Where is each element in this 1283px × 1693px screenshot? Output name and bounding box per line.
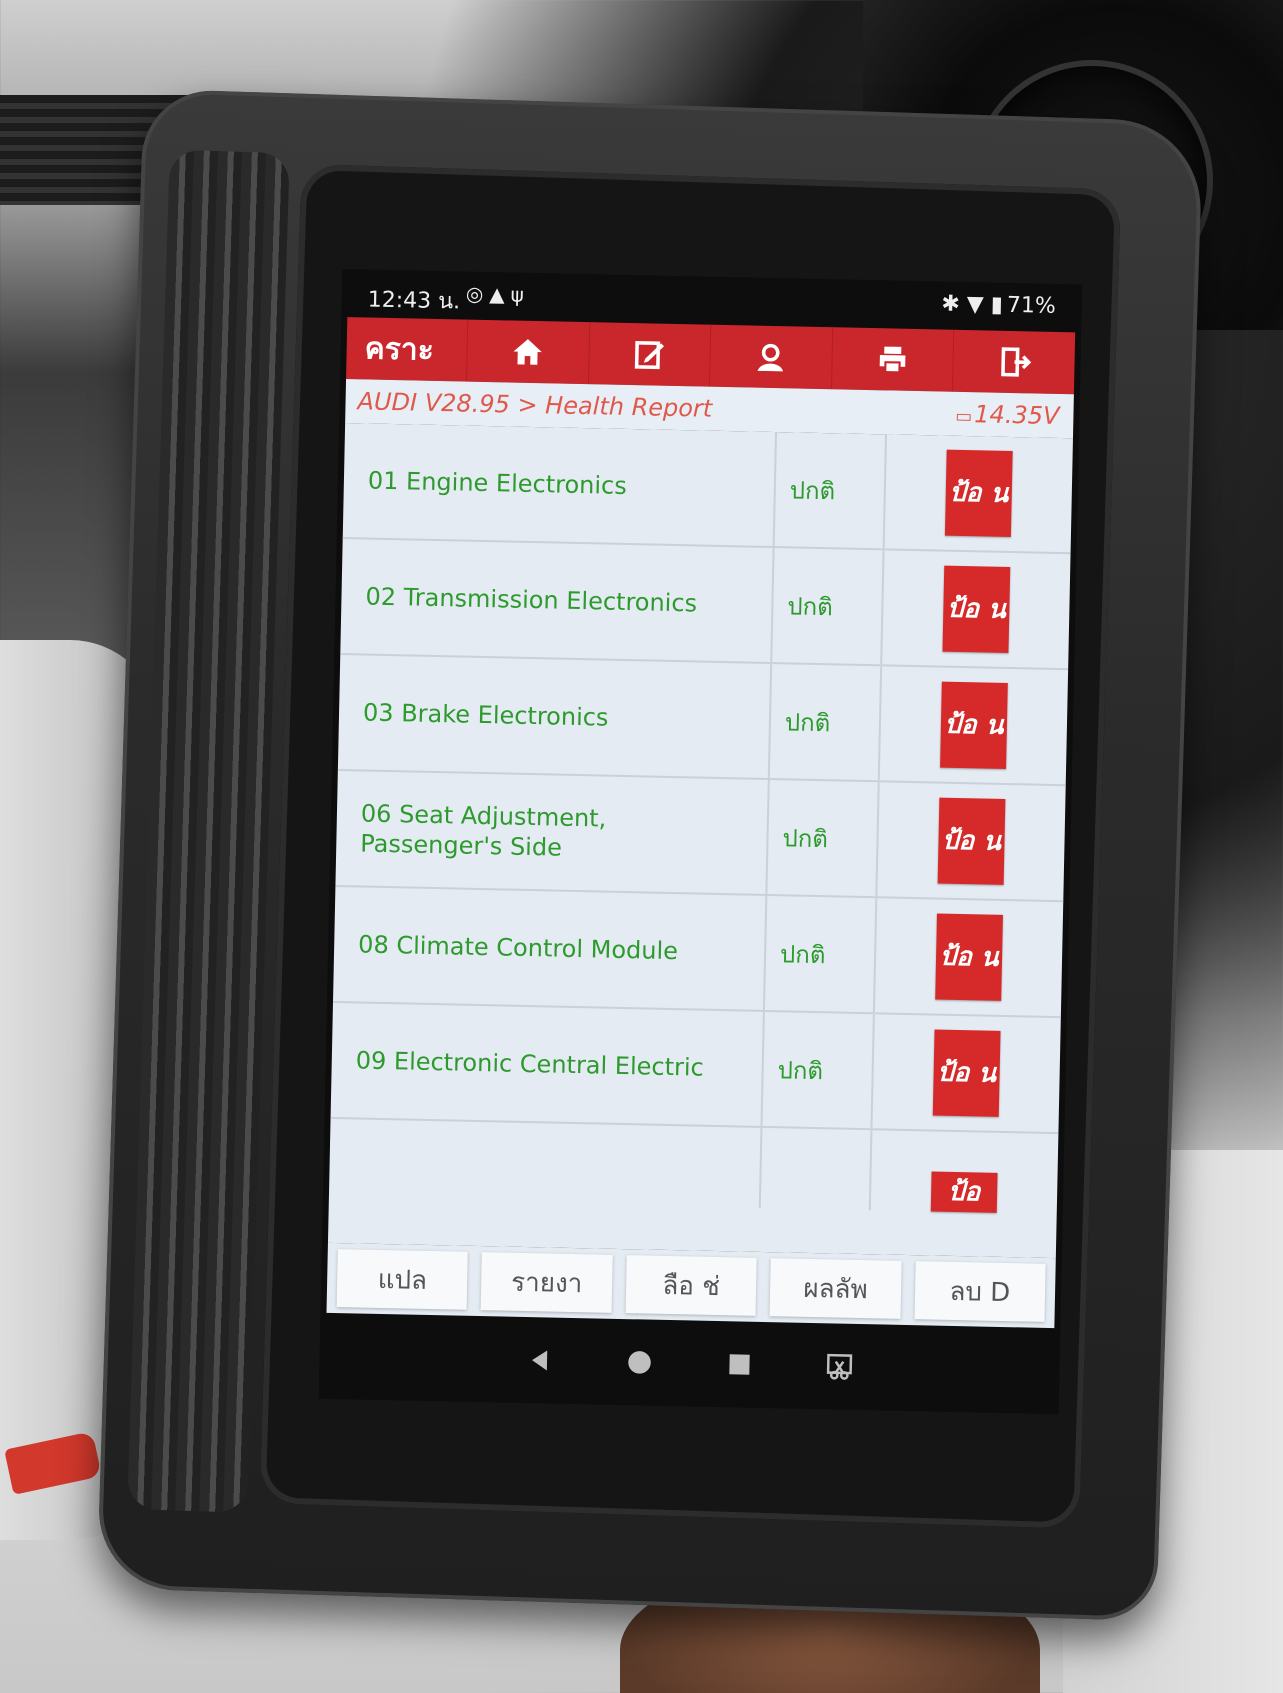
print-icon <box>879 346 906 374</box>
support-icon <box>758 343 784 372</box>
status-icons-left: ◎▲ψ <box>466 282 531 307</box>
table-row-partial: ป้อ <box>328 1118 1059 1214</box>
usb-icon: ψ <box>510 282 531 307</box>
clear-dtc-button[interactable]: ลบ D <box>914 1261 1046 1322</box>
translate-button[interactable]: แปล <box>336 1249 469 1310</box>
support-button[interactable] <box>709 324 833 390</box>
table-row: 02 Transmission Electronics ปกติ ป้อ น <box>340 539 1071 671</box>
module-name-empty <box>328 1118 763 1208</box>
enter-module-button[interactable]: ป้อ น <box>942 565 1011 653</box>
exit-button[interactable] <box>952 329 1076 395</box>
module-status: ปกติ <box>764 895 878 1013</box>
home-icon <box>513 339 543 365</box>
edit-button[interactable] <box>587 322 711 387</box>
status-icons-right: ✱ ▼ ▮ 71% <box>941 292 1056 319</box>
voltage-value: 14.35V <box>974 400 1060 430</box>
battery-icon: ▮ <box>990 292 1004 318</box>
toolbar-title: คราะ <box>364 330 435 368</box>
screenshot-icon[interactable] <box>824 1351 855 1382</box>
table-row: 01 Engine Electronics ปกติ ป้อ น <box>342 423 1073 555</box>
report-button[interactable]: รายงา <box>480 1252 613 1313</box>
table-row: 06 Seat Adjustment, Passenger's Side ปกต… <box>335 770 1066 903</box>
module-status-empty <box>760 1127 873 1211</box>
enter-module-button[interactable]: ป้อ น <box>940 681 1008 769</box>
home-button[interactable] <box>466 319 589 385</box>
sync-icon: ◎ <box>465 281 490 307</box>
table-row: 09 Electronic Central Electric ปกติ ป้อ … <box>330 1002 1061 1135</box>
table-row: 08 Climate Control Module ปกติ ป้อ น <box>332 886 1064 1019</box>
enter-module-button-partial[interactable]: ป้อ <box>930 1171 998 1213</box>
module-name: 09 Electronic Central Electric <box>330 1002 765 1126</box>
module-status: ปกติ <box>767 780 880 897</box>
module-name: 06 Seat Adjustment, Passenger's Side <box>335 770 770 894</box>
print-button[interactable] <box>830 327 954 392</box>
module-name: 08 Climate Control Module <box>333 886 768 1010</box>
exit-icon <box>1000 347 1031 377</box>
results-button[interactable]: ผลลัพ <box>769 1258 902 1319</box>
recents-icon[interactable] <box>724 1349 755 1380</box>
health-report-table: 01 Engine Electronics ปกติ ป้อ น 02 Tran… <box>327 423 1073 1259</box>
voltage-readout: ▭14.35V <box>955 400 1060 430</box>
enter-module-button[interactable]: ป้อ น <box>932 1029 1001 1117</box>
wifi-icon: ▼ <box>966 292 984 318</box>
enter-module-button[interactable]: ป้อ น <box>944 449 1013 538</box>
module-status: ปกติ <box>762 1011 875 1129</box>
bluetooth-icon: ✱ <box>941 291 961 317</box>
status-time: 12:43 น. <box>367 287 461 315</box>
back-icon[interactable] <box>524 1345 555 1376</box>
breadcrumb: AUDI V28.95 > Health Report <box>357 387 713 423</box>
battery-voltage-icon: ▭ <box>955 405 973 428</box>
module-name: 02 Transmission Electronics <box>340 539 775 663</box>
module-name: 01 Engine Electronics <box>342 423 778 547</box>
module-status: ปกติ <box>769 664 883 781</box>
module-status: ปกติ <box>772 548 885 665</box>
battery-percent: 71% <box>1006 292 1056 319</box>
home-circle-icon[interactable] <box>624 1347 655 1378</box>
module-status: ปกติ <box>774 432 888 549</box>
android-nav-bar <box>319 1313 1061 1414</box>
edit-icon <box>634 340 664 370</box>
enter-module-button[interactable]: ป้อ น <box>935 913 1003 1001</box>
enter-module-button[interactable]: ป้อ น <box>937 797 1006 885</box>
diagnostic-tablet: 12:43 น. ◎▲ψ ✱ ▼ ▮ 71% คราะ AUDI V28.95 … <box>96 88 1204 1622</box>
warning-icon: ▲ <box>489 282 511 307</box>
help-button[interactable]: ลือ ช่ <box>625 1255 757 1316</box>
module-name: 03 Brake Electronics <box>337 654 773 779</box>
tablet-screen: 12:43 น. ◎▲ψ ✱ ▼ ▮ 71% คราะ AUDI V28.95 … <box>318 268 1083 1415</box>
table-row: 03 Brake Electronics ปกติ ป้อ น <box>337 654 1069 787</box>
